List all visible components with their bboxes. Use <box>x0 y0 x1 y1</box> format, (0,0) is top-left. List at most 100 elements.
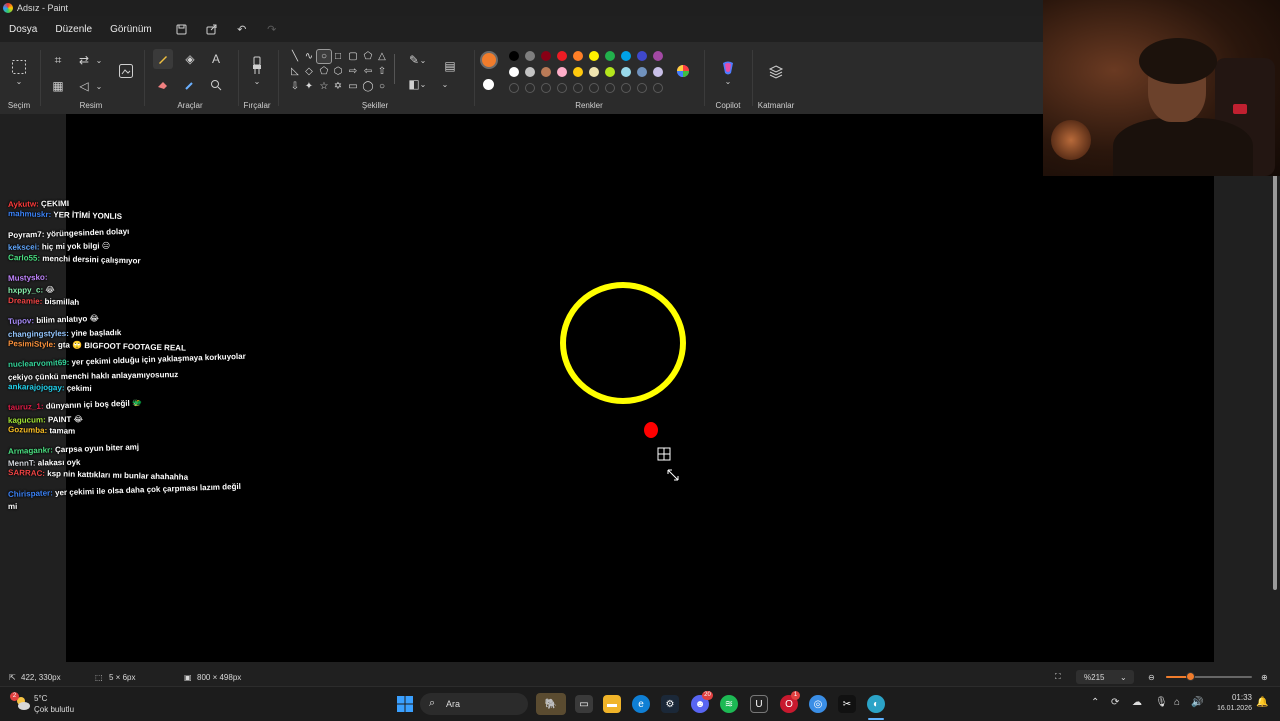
custom-color-slot[interactable] <box>557 83 567 93</box>
color-swatch[interactable] <box>509 67 519 77</box>
custom-color-slot[interactable] <box>509 83 519 93</box>
text-icon[interactable]: A <box>206 49 226 69</box>
color-swatch[interactable] <box>557 51 567 61</box>
color-swatch[interactable] <box>541 51 551 61</box>
zoom-slider-thumb[interactable] <box>1186 672 1195 681</box>
custom-color-slot[interactable] <box>589 83 599 93</box>
chevron-down-icon[interactable]: ⌄ <box>718 76 738 86</box>
color-swatch[interactable] <box>589 67 599 77</box>
cloud-icon[interactable]: ☁ <box>1132 697 1142 708</box>
hexagon-shape-icon[interactable]: ⬡ <box>331 65 345 78</box>
color-swatch[interactable] <box>589 51 599 61</box>
notification-icon[interactable]: 🔔 <box>1256 697 1268 708</box>
color-picker-icon[interactable] <box>180 75 200 95</box>
brush-icon[interactable] <box>247 54 267 78</box>
color-swatch[interactable] <box>637 67 647 77</box>
five-point-star-shape-icon[interactable]: ☆ <box>317 80 331 93</box>
color-swatch[interactable] <box>621 51 631 61</box>
undo-icon[interactable]: ↶ <box>233 20 251 38</box>
chevron-down-icon[interactable]: ⌄ <box>247 76 267 86</box>
color-wheel-icon[interactable] <box>673 61 693 81</box>
rounded-rectangle-shape-icon[interactable]: ▢ <box>346 50 360 63</box>
volume-icon[interactable]: 🔊 <box>1191 697 1203 708</box>
zoom-out-icon[interactable]: ⊖ <box>1148 673 1155 682</box>
color-swatch[interactable] <box>573 67 583 77</box>
eraser-icon[interactable] <box>153 75 173 95</box>
vertical-scrollbar[interactable] <box>1273 116 1277 590</box>
custom-color-slot[interactable] <box>621 83 631 93</box>
pencil-icon[interactable] <box>153 49 173 69</box>
clock-time[interactable]: 01:33 <box>1212 693 1252 702</box>
chevron-down-icon[interactable]: ⌄ <box>94 50 104 70</box>
sync-icon[interactable]: ⟳ <box>1111 697 1119 708</box>
chevron-down-icon[interactable]: ⌄ <box>12 76 26 86</box>
rectangle-shape-icon[interactable]: □ <box>331 50 345 63</box>
copilot-icon[interactable] <box>718 58 738 78</box>
color-swatch[interactable] <box>525 51 535 61</box>
zoom-slider[interactable] <box>1166 676 1252 678</box>
resize-icon[interactable]: ⇄ <box>74 50 94 70</box>
fill-shape-icon[interactable]: ▤ <box>440 56 460 76</box>
custom-color-slot[interactable] <box>605 83 615 93</box>
right-triangle-shape-icon[interactable]: ◺ <box>288 65 302 78</box>
menu-file[interactable]: Dosya <box>0 24 46 35</box>
six-point-star-shape-icon[interactable]: ✡ <box>331 80 345 93</box>
magnifier-icon[interactable] <box>206 75 226 95</box>
primary-color-swatch[interactable] <box>480 51 498 69</box>
capcut-icon[interactable]: ✂ <box>838 695 856 713</box>
polygon-shape-icon[interactable]: ⬠ <box>361 50 375 63</box>
microphone-icon[interactable]: 🎙 <box>1155 697 1168 708</box>
color-swatch[interactable] <box>525 67 535 77</box>
crop-icon[interactable]: ⌗ <box>48 50 68 70</box>
callout-oval-shape-icon[interactable]: ◯ <box>361 80 375 93</box>
color-swatch[interactable] <box>573 51 583 61</box>
oval-shape-icon[interactable]: ○ <box>317 50 331 63</box>
color-swatch[interactable] <box>605 51 615 61</box>
color-swatch[interactable] <box>541 67 551 77</box>
chevron-down-icon[interactable]: ⌄ <box>418 74 428 94</box>
drawing-canvas[interactable] <box>66 114 1214 662</box>
chevron-down-icon[interactable]: ⌄ <box>418 50 428 70</box>
search-box[interactable] <box>420 693 528 715</box>
browser-icon[interactable]: ◎ <box>809 695 827 713</box>
diamond-shape-icon[interactable]: ◇ <box>302 65 316 78</box>
search-highlight-icon[interactable]: 🐘 <box>536 693 566 715</box>
color-swatch[interactable] <box>621 67 631 77</box>
chevron-down-icon[interactable]: ⌄ <box>440 74 450 94</box>
up-arrow-shape-icon[interactable]: ⇧ <box>375 65 389 78</box>
custom-color-slot[interactable] <box>525 83 535 93</box>
four-point-star-shape-icon[interactable]: ✦ <box>302 80 316 93</box>
rotate-icon[interactable]: ◁ <box>74 76 94 96</box>
pentagon-shape-icon[interactable]: ⬠ <box>317 65 331 78</box>
color-swatch[interactable] <box>509 51 519 61</box>
task-view-icon[interactable]: ▭ <box>575 695 593 713</box>
selection-icon[interactable] <box>9 56 29 78</box>
line-shape-icon[interactable]: ╲ <box>288 50 302 63</box>
menu-edit[interactable]: Düzenle <box>46 24 101 35</box>
color-swatch[interactable] <box>557 67 567 77</box>
clock-date[interactable]: 16.01.2026 <box>1208 705 1252 712</box>
down-arrow-shape-icon[interactable]: ⇩ <box>288 80 302 93</box>
secondary-color-swatch[interactable] <box>481 77 496 92</box>
file-explorer-icon[interactable]: ▬ <box>603 695 621 713</box>
color-swatch[interactable] <box>605 67 615 77</box>
callout-cloud-shape-icon[interactable]: ○ <box>375 80 389 93</box>
image-select-icon[interactable] <box>115 60 137 82</box>
spotify-icon[interactable]: ≋ <box>720 695 738 713</box>
custom-color-slot[interactable] <box>637 83 647 93</box>
zoom-in-icon[interactable]: ⊕ <box>1261 673 1268 682</box>
left-arrow-shape-icon[interactable]: ⇦ <box>361 65 375 78</box>
right-arrow-shape-icon[interactable]: ⇨ <box>346 65 360 78</box>
color-swatch[interactable] <box>637 51 647 61</box>
paint-taskbar-icon[interactable]: ◐ <box>867 695 885 713</box>
chevron-down-icon[interactable]: ⌄ <box>94 76 104 96</box>
windows-start-icon[interactable] <box>396 695 414 713</box>
menu-view[interactable]: Görünüm <box>101 24 161 35</box>
edge-icon[interactable]: e <box>632 695 650 713</box>
share-icon[interactable] <box>203 20 221 38</box>
steam-icon[interactable]: ⚙ <box>661 695 679 713</box>
color-swatch[interactable] <box>653 67 663 77</box>
save-icon[interactable] <box>173 20 191 38</box>
custom-color-slot[interactable] <box>653 83 663 93</box>
layers-icon[interactable] <box>766 62 786 82</box>
